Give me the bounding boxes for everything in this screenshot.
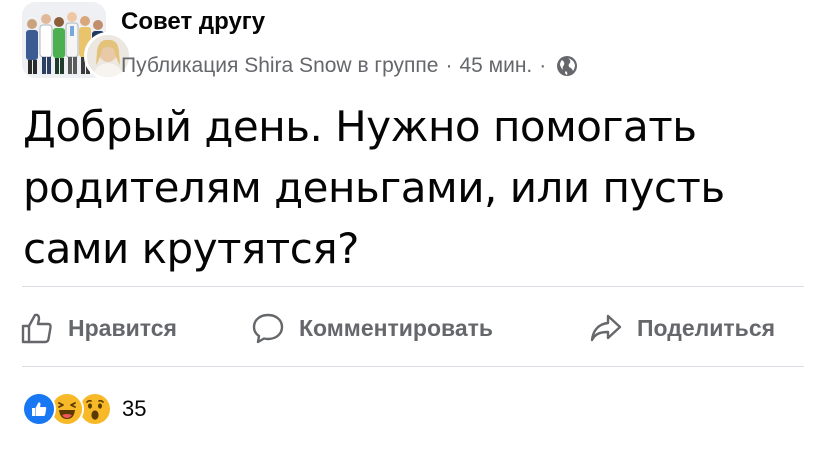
reaction-count[interactable]: 35 [122, 396, 146, 422]
group-name-link[interactable]: Совет другу [121, 8, 265, 36]
separator-dot: · [539, 54, 547, 77]
share-arrow-icon [590, 314, 622, 342]
like-label: Нравится [68, 314, 177, 341]
post-time-link[interactable]: 45 мин. [459, 54, 532, 78]
like-reaction-icon [22, 392, 56, 426]
meta-prefix: Публикация [121, 54, 239, 77]
post-card: Совет другу Публикация Shira Snow в груп… [0, 0, 828, 450]
divider [22, 286, 804, 287]
comment-bubble-icon [252, 313, 284, 344]
post-text: Добрый день. Нужно помогать родителям де… [23, 102, 725, 273]
reactions-summary[interactable]: 35 [22, 392, 146, 426]
divider [22, 366, 804, 367]
meta-suffix: в группе [357, 54, 439, 77]
comment-button[interactable]: Комментировать [251, 302, 493, 354]
post-meta: Публикация Shira Snow в группе · 45 мин.… [121, 54, 578, 78]
separator-dot: · [445, 54, 453, 77]
share-button[interactable]: Поделиться [589, 302, 775, 354]
action-bar: Нравится Комментировать Поделиться [0, 302, 828, 354]
share-label: Поделиться [637, 314, 776, 341]
globe-icon[interactable] [556, 55, 578, 77]
avatar-group[interactable] [22, 2, 132, 80]
author-name-link[interactable]: Shira Snow [244, 54, 351, 78]
like-button[interactable]: Нравится [20, 302, 177, 354]
thumbs-up-icon [21, 313, 52, 344]
comment-label: Комментировать [299, 314, 494, 341]
